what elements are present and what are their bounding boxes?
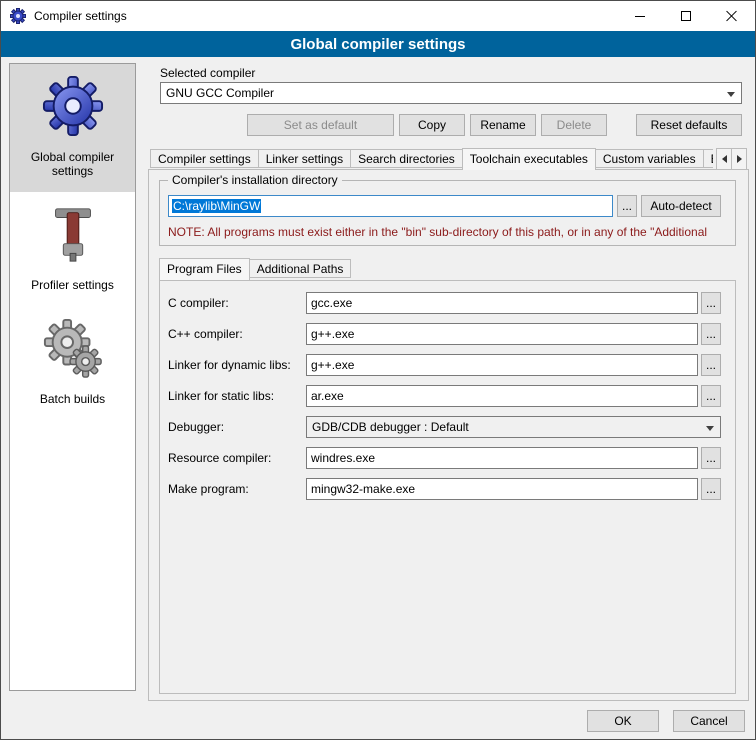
app-icon: [10, 8, 26, 24]
profiler-tool-icon: [42, 203, 104, 265]
window-controls: [617, 1, 755, 31]
compiler-action-buttons: Set as default Copy Rename Delete Reset …: [160, 114, 742, 136]
debugger-label: Debugger:: [168, 420, 306, 434]
maximize-button[interactable]: [663, 1, 709, 31]
sidebar-item-profiler-settings[interactable]: Profiler settings: [10, 192, 135, 306]
gray-gears-icon: [42, 317, 104, 379]
c-compiler-browse-button[interactable]: ...: [701, 292, 721, 314]
resource-compiler-label: Resource compiler:: [168, 451, 306, 465]
sidebar-item-label: Batch builds: [40, 392, 105, 406]
toolchain-executables-panel: Compiler's installation directory C:\ray…: [148, 169, 749, 701]
tab-scroll-buttons: [717, 148, 747, 170]
auto-detect-button[interactable]: Auto-detect: [641, 195, 721, 217]
tab-scroll-right-button[interactable]: [731, 148, 747, 170]
installation-directory-input[interactable]: C:\raylib\MinGW: [168, 195, 613, 217]
installation-directory-browse-button[interactable]: ...: [617, 195, 637, 217]
installation-directory-group: Compiler's installation directory C:\ray…: [159, 180, 736, 246]
programs-note-text: NOTE: All programs must exist either in …: [168, 225, 734, 239]
tab-custom-variables[interactable]: Custom variables: [595, 149, 704, 168]
tab-program-files[interactable]: Program Files: [159, 258, 250, 280]
installation-directory-row: C:\raylib\MinGW ... Auto-detect: [168, 195, 721, 217]
minimize-button[interactable]: [617, 1, 663, 31]
dynamic-linker-label: Linker for dynamic libs:: [168, 358, 306, 372]
resource-compiler-row: Resource compiler: ...: [168, 447, 721, 469]
installation-directory-value: C:\raylib\MinGW: [172, 199, 261, 213]
set-as-default-button[interactable]: Set as default: [247, 114, 394, 136]
tab-linker-settings[interactable]: Linker settings: [258, 149, 351, 168]
tab-search-directories[interactable]: Search directories: [350, 149, 463, 168]
dynamic-linker-input[interactable]: [306, 354, 698, 376]
tab-toolchain-executables[interactable]: Toolchain executables: [462, 148, 596, 170]
static-linker-label: Linker for static libs:: [168, 389, 306, 403]
selected-compiler-label: Selected compiler: [160, 66, 255, 80]
dialog-header-title: Global compiler settings: [290, 36, 465, 53]
tab-additional-paths[interactable]: Additional Paths: [249, 259, 352, 278]
make-program-browse-button[interactable]: ...: [701, 478, 721, 500]
cancel-button[interactable]: Cancel: [673, 710, 745, 732]
chevron-down-icon: [727, 92, 735, 97]
static-linker-input[interactable]: [306, 385, 698, 407]
sidebar-item-batch-builds[interactable]: Batch builds: [10, 306, 135, 420]
debugger-dropdown[interactable]: GDB/CDB debugger : Default: [306, 416, 721, 438]
selected-compiler-value: GNU GCC Compiler: [166, 86, 274, 100]
arrow-right-icon: [737, 155, 742, 163]
tab-scroll-left-button[interactable]: [716, 148, 732, 170]
make-program-row: Make program: ...: [168, 478, 721, 500]
resource-compiler-browse-button[interactable]: ...: [701, 447, 721, 469]
sidebar-item-label: Global compiler settings: [14, 150, 131, 178]
main-content: Selected compiler GNU GCC Compiler Set a…: [148, 63, 749, 711]
tab-compiler-settings[interactable]: Compiler settings: [150, 149, 259, 168]
make-program-label: Make program:: [168, 482, 306, 496]
delete-button[interactable]: Delete: [541, 114, 607, 136]
cpp-compiler-input[interactable]: [306, 323, 698, 345]
debugger-value: GDB/CDB debugger : Default: [312, 420, 469, 434]
settings-category-list: Global compiler settings Profiler settin…: [9, 63, 136, 691]
dynamic-linker-row: Linker for dynamic libs: ...: [168, 354, 721, 376]
installation-directory-group-title: Compiler's installation directory: [168, 173, 342, 187]
c-compiler-label: C compiler:: [168, 296, 306, 310]
copy-button[interactable]: Copy: [399, 114, 465, 136]
sidebar-item-global-compiler-settings[interactable]: Global compiler settings: [10, 64, 135, 192]
dialog-header: Global compiler settings: [1, 31, 755, 57]
tab-build-options[interactable]: Buil: [703, 149, 713, 168]
rename-button[interactable]: Rename: [470, 114, 536, 136]
debugger-row: Debugger: GDB/CDB debugger : Default: [168, 416, 721, 438]
c-compiler-input[interactable]: [306, 292, 698, 314]
reset-defaults-button[interactable]: Reset defaults: [636, 114, 742, 136]
program-files-panel: C compiler: ... C++ compiler: ... Linker…: [159, 280, 736, 694]
cpp-compiler-browse-button[interactable]: ...: [701, 323, 721, 345]
window-title: Compiler settings: [34, 9, 127, 23]
chevron-down-icon: [706, 426, 714, 431]
ok-button[interactable]: OK: [587, 710, 659, 732]
blue-gear-icon: [42, 75, 104, 137]
program-files-tab-strip: Program Files Additional Paths: [159, 258, 688, 280]
static-linker-row: Linker for static libs: ...: [168, 385, 721, 407]
close-icon: [726, 10, 738, 22]
minimize-icon: [635, 16, 645, 17]
cpp-compiler-label: C++ compiler:: [168, 327, 306, 341]
titlebar: Compiler settings: [1, 1, 755, 31]
maximize-icon: [681, 11, 691, 21]
arrow-left-icon: [722, 155, 727, 163]
c-compiler-row: C compiler: ...: [168, 292, 721, 314]
compiler-settings-window: { "window": { "title": "Compiler setting…: [0, 0, 756, 740]
make-program-input[interactable]: [306, 478, 698, 500]
dynamic-linker-browse-button[interactable]: ...: [701, 354, 721, 376]
cpp-compiler-row: C++ compiler: ...: [168, 323, 721, 345]
static-linker-browse-button[interactable]: ...: [701, 385, 721, 407]
sidebar-item-label: Profiler settings: [31, 278, 114, 292]
settings-tab-strip: Compiler settings Linker settings Search…: [150, 148, 713, 170]
resource-compiler-input[interactable]: [306, 447, 698, 469]
selected-compiler-dropdown[interactable]: GNU GCC Compiler: [160, 82, 742, 104]
close-button[interactable]: [709, 1, 755, 31]
